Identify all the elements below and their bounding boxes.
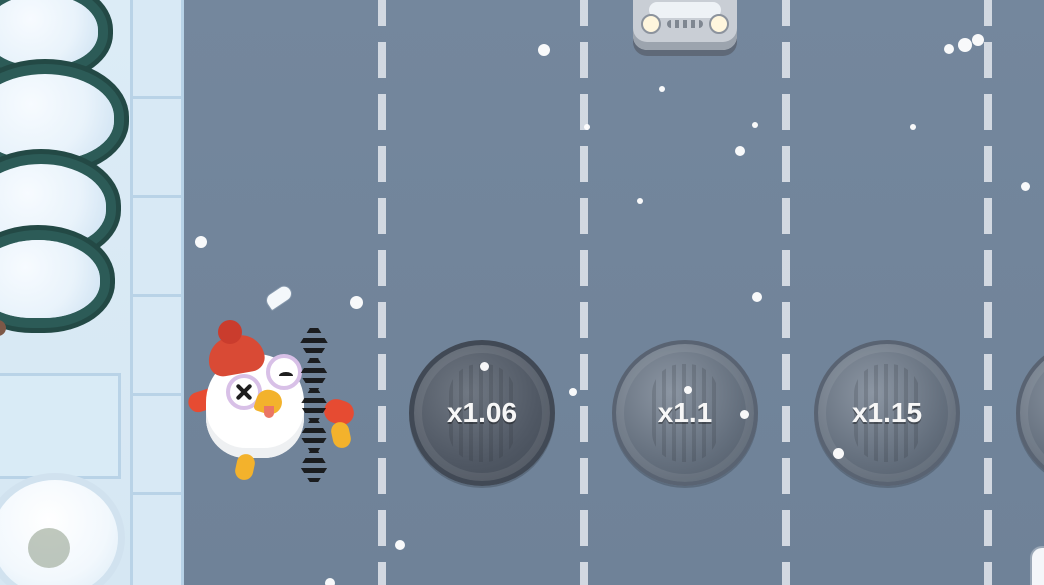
lane-divider (782, 0, 790, 585)
snowflake-icon (659, 86, 665, 92)
snowflake-icon (195, 236, 207, 248)
car-headlight (641, 14, 661, 34)
pine-tree-layer (0, 240, 100, 318)
snowflake-icon (637, 198, 643, 204)
tree-trunk (0, 320, 6, 336)
snowflake-icon (833, 448, 844, 459)
multiplier-label: x1.15 (851, 397, 923, 428)
sidewalk-tile-left (0, 373, 121, 479)
multiplier-tile-partial[interactable] (1016, 340, 1044, 486)
snowflake-icon (480, 362, 489, 371)
manhole-cover-partial (1016, 340, 1044, 486)
snowflake-icon (910, 124, 916, 130)
car-grill (667, 20, 703, 28)
snowflake-icon (1021, 182, 1030, 191)
tire-track-icon (300, 328, 328, 482)
edge-object (1030, 546, 1044, 585)
lane-divider (984, 0, 992, 585)
snowflake-icon (684, 386, 692, 394)
snowflake-icon (584, 124, 590, 130)
pine-tree-layer (0, 0, 98, 66)
snowflake-icon (569, 388, 577, 396)
multiplier-tile-2[interactable]: x1.1 (612, 340, 758, 486)
multiplier-label: x1.1 (657, 397, 713, 428)
feather-icon (264, 283, 294, 311)
multiplier-tile-3[interactable]: x1.15 (814, 340, 960, 486)
snow-bush (0, 480, 118, 585)
snowflake-icon (944, 44, 954, 54)
lane-divider (580, 0, 588, 585)
chicken-tongue (264, 406, 274, 418)
pine-tree-layer (0, 164, 106, 248)
manhole-cover (1016, 340, 1044, 486)
car-headlight (709, 14, 729, 34)
snowflake-icon (740, 410, 749, 419)
sidewalk (0, 0, 184, 585)
snowflake-icon (325, 578, 335, 585)
snowflake-icon (538, 44, 550, 56)
snowflake-icon (972, 34, 984, 46)
snowflake-icon (752, 122, 758, 128)
pine-tree-layer (0, 74, 114, 160)
lane-divider (378, 0, 386, 585)
snowflake-icon (752, 292, 762, 302)
chicken-eye-right (266, 354, 302, 390)
chicken-hat-pom (218, 320, 242, 344)
chicken-icon (182, 318, 364, 484)
chicken-leg-right (329, 420, 353, 450)
game-scene: x1.06 x1.1 x1.15 (0, 0, 1044, 585)
snowflake-icon (350, 296, 363, 309)
snowflake-icon (958, 38, 972, 52)
snowflake-icon (735, 146, 745, 156)
snowflake-icon (395, 540, 405, 550)
car-icon (633, 0, 737, 50)
pine-tree-icon (0, 0, 150, 340)
